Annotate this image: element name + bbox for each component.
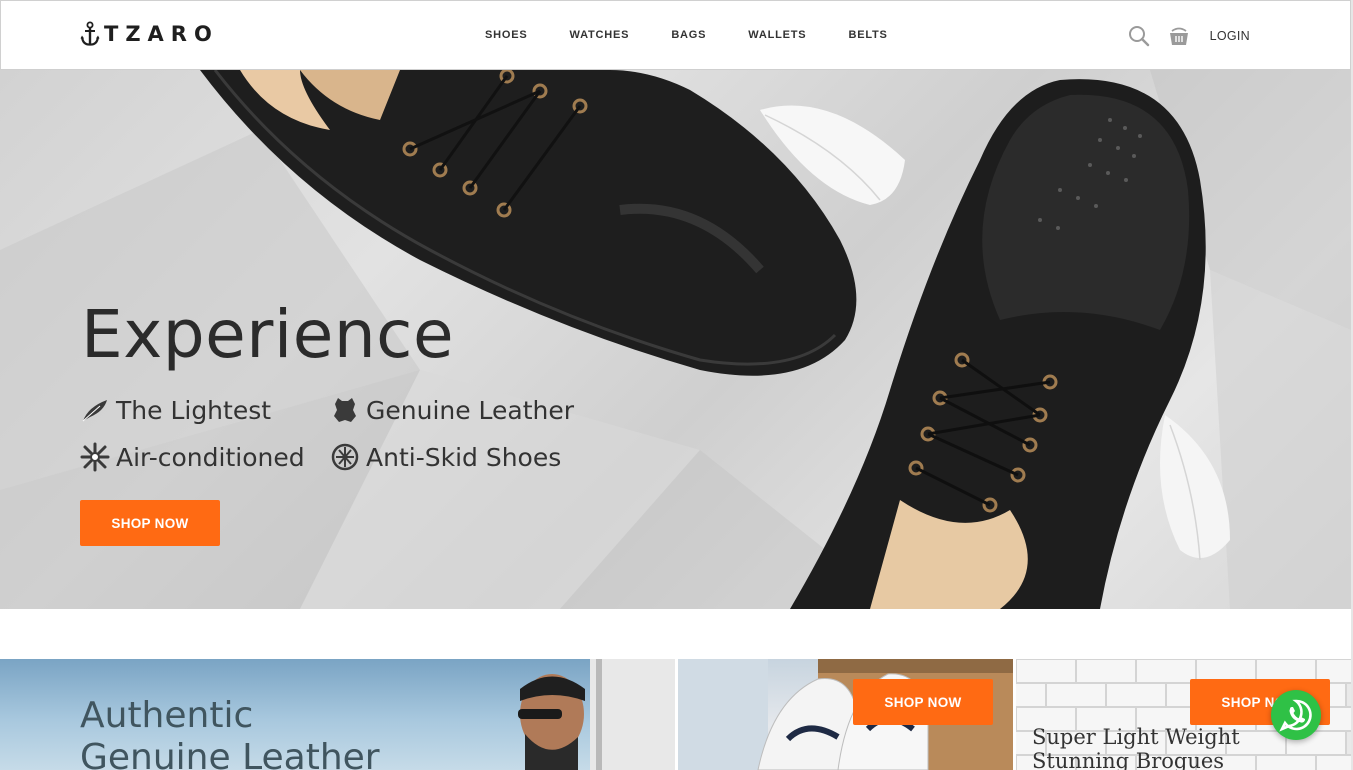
nav-item-wallets[interactable]: WALLETS bbox=[748, 29, 806, 41]
nav-item-shoes[interactable]: SHOES bbox=[485, 29, 528, 41]
feature-lightest: The Lightest bbox=[80, 395, 271, 425]
site-header: TZARO SHOES WATCHES BAGS WALLETS BELTS L… bbox=[0, 0, 1351, 70]
leather-hide-icon bbox=[334, 398, 356, 422]
anti-skid-icon bbox=[331, 443, 359, 471]
promo-title-line2: Stunning Brogues bbox=[1032, 749, 1225, 770]
promo-title: Super Light Weight Stunning Brogues bbox=[1032, 725, 1240, 770]
brand-logo[interactable]: TZARO bbox=[80, 21, 219, 47]
feature-label: The Lightest bbox=[116, 395, 272, 425]
feature-label: Genuine Leather bbox=[366, 395, 575, 425]
page: TZARO SHOES WATCHES BAGS WALLETS BELTS L… bbox=[0, 0, 1353, 770]
feature-label: Anti-Skid Shoes bbox=[366, 442, 562, 472]
basket-icon[interactable] bbox=[1168, 25, 1190, 47]
anchor-icon bbox=[80, 21, 100, 46]
header-actions: LOGIN bbox=[1128, 25, 1250, 47]
promo-shop-now-button[interactable]: SHOP NOW bbox=[853, 679, 993, 725]
promo-tile-genuine-leather[interactable]: Authentic Genuine Leather bbox=[0, 659, 675, 770]
hero-shop-now-button[interactable]: SHOP NOW bbox=[80, 500, 220, 546]
nav-item-belts[interactable]: BELTS bbox=[848, 29, 887, 41]
nav-item-bags[interactable]: BAGS bbox=[671, 29, 706, 41]
feather-icon bbox=[82, 400, 107, 422]
login-link[interactable]: LOGIN bbox=[1210, 29, 1250, 43]
hero-title: Experience bbox=[81, 296, 455, 373]
feature-label: Air-conditioned bbox=[116, 442, 305, 472]
promo-title-line2: Genuine Leather bbox=[80, 737, 380, 770]
main-nav: SHOES WATCHES BAGS WALLETS BELTS bbox=[471, 29, 930, 41]
promo-title-line1: Super Light Weight bbox=[1032, 725, 1240, 749]
search-icon[interactable] bbox=[1128, 25, 1150, 47]
promo-title: Authentic Genuine Leather bbox=[80, 695, 380, 770]
nav-item-watches[interactable]: WATCHES bbox=[570, 29, 630, 41]
feature-anti-skid: Anti-Skid Shoes bbox=[330, 442, 561, 472]
feature-genuine-leather: Genuine Leather bbox=[330, 395, 574, 425]
whatsapp-chat-button[interactable] bbox=[1271, 690, 1321, 740]
snowflake-icon bbox=[80, 442, 110, 472]
brand-name: TZARO bbox=[104, 22, 219, 46]
feature-air-conditioned: Air-conditioned bbox=[80, 442, 305, 472]
whatsapp-icon bbox=[1279, 699, 1312, 732]
promo-title-line1: Authentic bbox=[80, 695, 254, 736]
hero-banner: Experience The Lightest Genuine Leather bbox=[0, 70, 1351, 609]
promo-tile-sneakers[interactable]: SHOP NOW bbox=[678, 659, 1013, 770]
